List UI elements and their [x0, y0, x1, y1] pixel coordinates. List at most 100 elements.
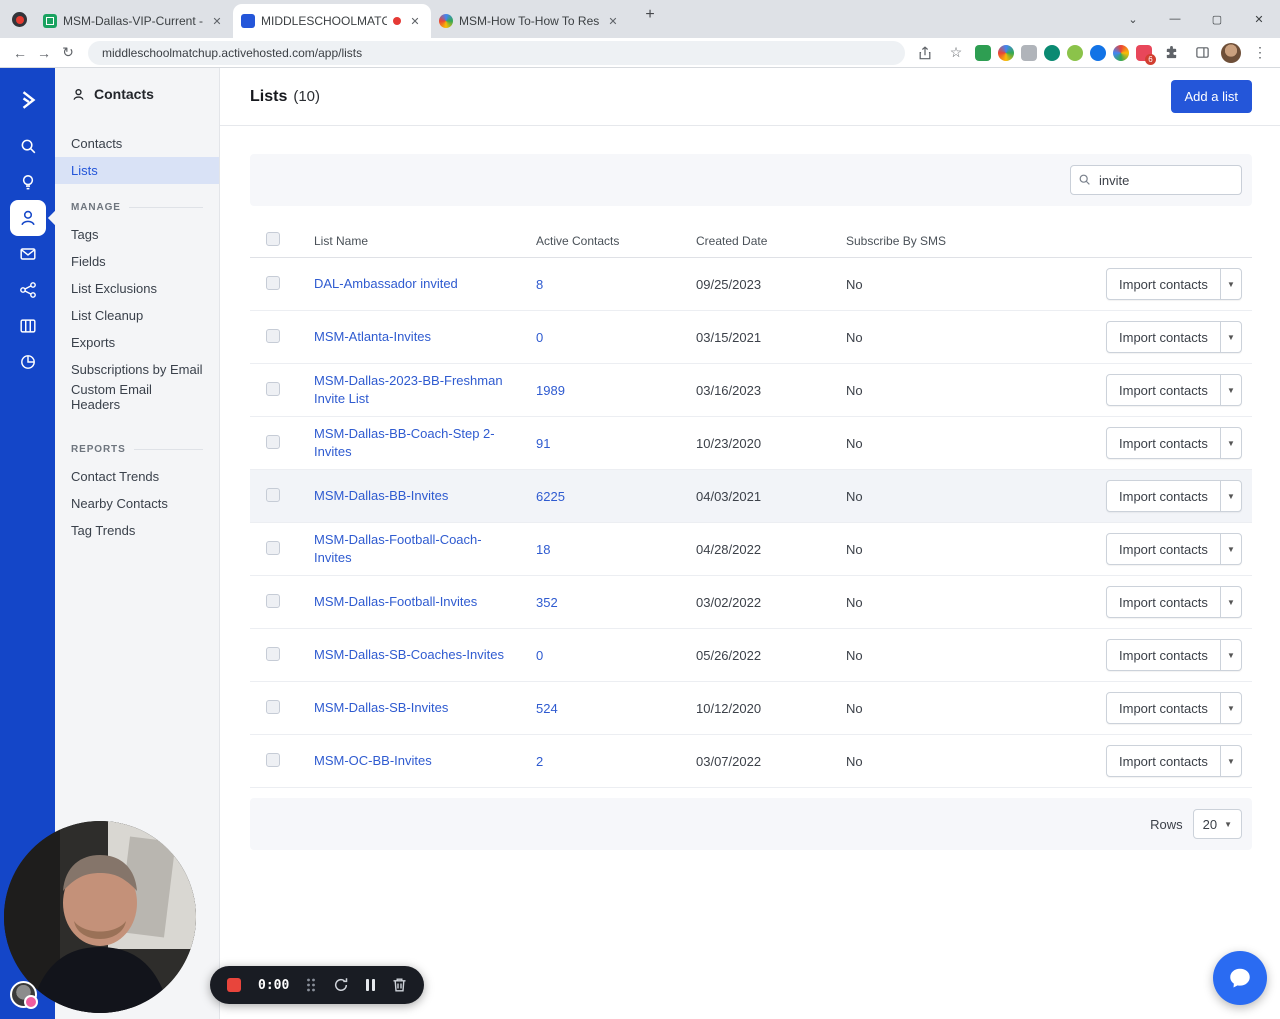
- reload-icon[interactable]: ↻: [56, 41, 80, 65]
- row-checkbox[interactable]: [266, 540, 280, 555]
- sidebar-item-contact-trends[interactable]: Contact Trends: [55, 463, 219, 490]
- add-list-button[interactable]: Add a list: [1170, 80, 1252, 113]
- row-checkbox[interactable]: [266, 646, 280, 661]
- browser-tab-3[interactable]: MSM-How To-How To Reset yo... ✕: [431, 4, 629, 38]
- import-contacts-button[interactable]: Import contacts: [1107, 428, 1220, 458]
- pause-recording-icon[interactable]: [366, 979, 376, 991]
- sidebar-item-exports[interactable]: Exports: [55, 329, 219, 356]
- column-header-list-name[interactable]: List Name: [314, 234, 536, 248]
- row-checkbox[interactable]: [266, 593, 280, 608]
- list-name-link[interactable]: MSM-Dallas-Football-Coach-Invites: [314, 532, 482, 565]
- list-name-link[interactable]: DAL-Ambassador invited: [314, 276, 458, 291]
- extension-icon-green[interactable]: [975, 44, 991, 61]
- row-checkbox[interactable]: [266, 275, 280, 290]
- tab-close-icon[interactable]: ✕: [209, 13, 225, 29]
- import-dropdown-caret-icon[interactable]: ▼: [1219, 587, 1241, 617]
- row-checkbox[interactable]: [266, 434, 280, 449]
- column-header-active-contacts[interactable]: Active Contacts: [536, 234, 696, 248]
- sidebar-item-tag-trends[interactable]: Tag Trends: [55, 517, 219, 544]
- window-minimize-button[interactable]: —: [1154, 0, 1196, 38]
- import-dropdown-caret-icon[interactable]: ▼: [1219, 640, 1241, 670]
- extension-icon-pink[interactable]: 6: [1136, 44, 1156, 65]
- extension-icon-teal[interactable]: [1044, 44, 1060, 61]
- list-name-link[interactable]: MSM-Dallas-SB-Invites: [314, 700, 448, 715]
- share-icon[interactable]: [913, 41, 937, 65]
- sidebar-item-list-cleanup[interactable]: List Cleanup: [55, 302, 219, 329]
- deals-pipeline-icon[interactable]: [10, 308, 46, 344]
- window-maximize-button[interactable]: ▢: [1196, 0, 1238, 38]
- select-all-checkbox[interactable]: [266, 232, 280, 246]
- sidebar-item-contacts[interactable]: Contacts: [55, 130, 219, 157]
- reports-pie-icon[interactable]: [10, 344, 46, 380]
- chat-widget-button[interactable]: [1213, 951, 1267, 1005]
- import-dropdown-caret-icon[interactable]: ▼: [1219, 375, 1241, 405]
- list-name-link[interactable]: MSM-Dallas-SB-Coaches-Invites: [314, 647, 504, 662]
- active-contacts-link[interactable]: 8: [536, 277, 543, 292]
- restart-recording-icon[interactable]: [333, 977, 349, 993]
- rows-per-page-dropdown[interactable]: 20 ▼: [1192, 809, 1242, 839]
- import-contacts-button[interactable]: Import contacts: [1107, 640, 1220, 670]
- import-dropdown-caret-icon[interactable]: ▼: [1219, 534, 1241, 564]
- active-contacts-link[interactable]: 91: [536, 436, 550, 451]
- sidebar-item-lists[interactable]: Lists: [55, 157, 219, 184]
- tab-search-chevron-icon[interactable]: ⌄: [1112, 0, 1154, 38]
- row-checkbox[interactable]: [266, 328, 280, 343]
- import-contacts-button[interactable]: Import contacts: [1107, 693, 1220, 723]
- extension-icon-blue[interactable]: [1090, 44, 1106, 61]
- import-contacts-button[interactable]: Import contacts: [1107, 322, 1220, 352]
- extension-icon-multicolor[interactable]: [998, 44, 1014, 61]
- sidebar-item-custom-email-headers[interactable]: Custom Email Headers: [55, 382, 219, 412]
- automations-icon[interactable]: [10, 272, 46, 308]
- active-contacts-link[interactable]: 0: [536, 648, 543, 663]
- sidebar-item-fields[interactable]: Fields: [55, 248, 219, 275]
- stop-recording-button[interactable]: [227, 978, 241, 992]
- extension-icon-lime[interactable]: [1067, 44, 1083, 61]
- import-contacts-button[interactable]: Import contacts: [1107, 375, 1220, 405]
- column-header-created-date[interactable]: Created Date: [696, 234, 846, 248]
- active-contacts-link[interactable]: 0: [536, 330, 543, 345]
- campaigns-mail-icon[interactable]: [10, 236, 46, 272]
- import-contacts-button[interactable]: Import contacts: [1107, 746, 1220, 776]
- window-close-button[interactable]: ✕: [1238, 0, 1280, 38]
- list-name-link[interactable]: MSM-Dallas-BB-Invites: [314, 488, 448, 503]
- new-tab-button[interactable]: +: [637, 2, 663, 28]
- import-contacts-button[interactable]: Import contacts: [1107, 587, 1220, 617]
- contacts-icon[interactable]: [9, 200, 46, 236]
- list-name-link[interactable]: MSM-OC-BB-Invites: [314, 753, 432, 768]
- side-panel-icon[interactable]: [1190, 41, 1214, 65]
- drag-handle-icon[interactable]: [306, 978, 316, 992]
- search-icon[interactable]: [10, 128, 46, 164]
- import-dropdown-caret-icon[interactable]: ▼: [1219, 269, 1241, 299]
- browser-menu-icon[interactable]: ⋮: [1248, 41, 1272, 65]
- delete-recording-icon[interactable]: [392, 977, 407, 993]
- list-name-link[interactable]: MSM-Dallas-BB-Coach-Step 2-Invites: [314, 426, 495, 459]
- extensions-puzzle-icon[interactable]: [1159, 41, 1183, 65]
- import-dropdown-caret-icon[interactable]: ▼: [1219, 322, 1241, 352]
- browser-tab-1[interactable]: MSM-Dallas-VIP-Current - Goog... ✕: [35, 4, 233, 38]
- import-dropdown-caret-icon[interactable]: ▼: [1219, 481, 1241, 511]
- import-dropdown-caret-icon[interactable]: ▼: [1219, 746, 1241, 776]
- active-contacts-link[interactable]: 18: [536, 542, 550, 557]
- active-contacts-link[interactable]: 352: [536, 595, 558, 610]
- active-contacts-link[interactable]: 6225: [536, 489, 565, 504]
- active-contacts-link[interactable]: 524: [536, 701, 558, 716]
- row-checkbox[interactable]: [266, 487, 280, 502]
- import-dropdown-caret-icon[interactable]: ▼: [1219, 693, 1241, 723]
- extension-icon-gray[interactable]: [1021, 44, 1037, 61]
- extension-icon-pinwheel[interactable]: [1113, 44, 1129, 61]
- import-dropdown-caret-icon[interactable]: ▼: [1219, 428, 1241, 458]
- browser-tab-2-active[interactable]: MIDDLESCHOOLMATCHUP ✕: [233, 4, 431, 38]
- lightbulb-icon[interactable]: [10, 164, 46, 200]
- back-icon[interactable]: ←: [8, 41, 32, 65]
- forward-icon[interactable]: →: [32, 41, 56, 65]
- list-name-link[interactable]: MSM-Dallas-Football-Invites: [314, 594, 477, 609]
- row-checkbox[interactable]: [266, 752, 280, 767]
- search-input[interactable]: [1070, 165, 1242, 195]
- import-contacts-button[interactable]: Import contacts: [1107, 481, 1220, 511]
- sidebar-item-tags[interactable]: Tags: [55, 221, 219, 248]
- import-contacts-button[interactable]: Import contacts: [1107, 269, 1220, 299]
- sidebar-item-nearby-contacts[interactable]: Nearby Contacts: [55, 490, 219, 517]
- bookmark-star-icon[interactable]: ☆: [944, 41, 968, 65]
- mini-profile-avatar[interactable]: [10, 981, 38, 1009]
- active-contacts-link[interactable]: 1989: [536, 383, 565, 398]
